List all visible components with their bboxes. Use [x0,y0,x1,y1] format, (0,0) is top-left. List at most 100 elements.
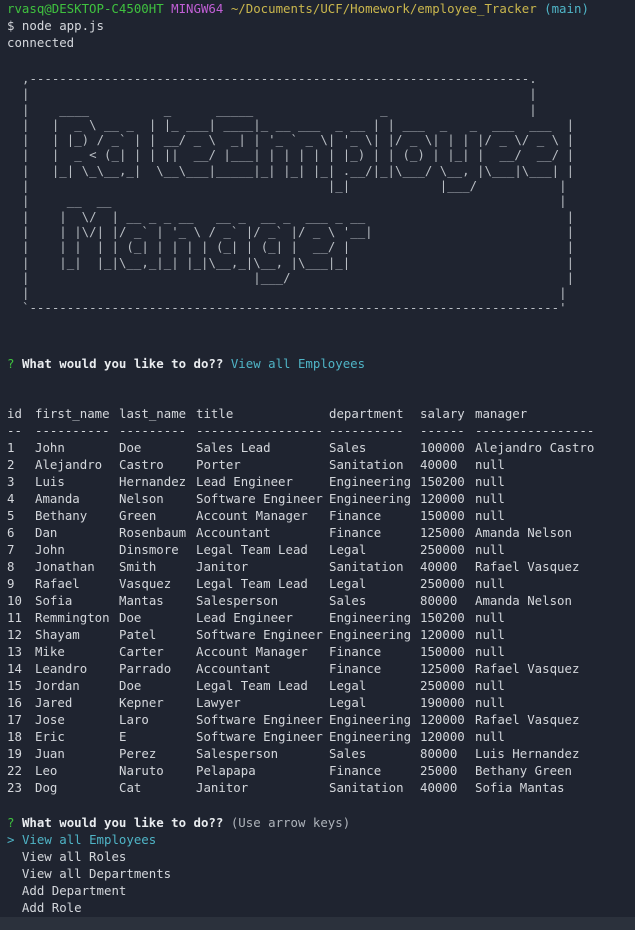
table-row: 19 Juan Perez Salesperson Sales 80000 Luis Her… [7,745,595,762]
header-salary: salary [420,406,465,421]
table-row: 6 Dan Rosenbaum Accountant Finance 125000 Aman… [7,524,595,541]
cell-title: Janitor [196,780,249,795]
question-2-text: What would you like to do?? [21,815,224,830]
question-2-hint: (Use arrow keys) [230,815,351,830]
cell-id: 14 [7,661,22,676]
cell-last-name: Kepner [119,695,164,710]
cell-manager: Bethany Green [475,763,572,778]
header-first-name: first_name [35,406,110,421]
cell-id: 7 [7,542,15,557]
cell-salary: 250000 [420,576,465,591]
cell-last-name: Rosenbaum [119,525,187,540]
menu-item-add-department[interactable]: Add Department [7,882,126,899]
cell-manager: Amanda Nelson [475,525,572,540]
menu-item-label: Add Department [21,883,127,898]
cell-manager: null [475,695,505,710]
menu-item-add-role[interactable]: Add Role [7,899,82,916]
cell-last-name: Doe [119,610,142,625]
divider-cell: ---------- [35,423,110,438]
cell-last-name: Vasquez [119,576,172,591]
cell-title: Janitor [196,559,249,574]
cell-last-name: Smith [119,559,157,574]
cell-department: Finance [329,525,382,540]
cell-manager: null [475,542,505,557]
cell-last-name: Green [119,508,157,523]
cell-id: 4 [7,491,15,506]
menu-item-view-all-roles[interactable]: View all Roles [7,848,126,865]
cell-department: Finance [329,661,382,676]
cell-first-name: Remmington [35,610,110,625]
table-row: 16 Jared Kepner Lawyer Legal 190000 null [7,694,595,711]
divider-cell: ----------------- [196,423,323,438]
cell-title: Software Engineer [196,627,323,642]
cell-department: Finance [329,644,382,659]
current-path: ~/Documents/UCF/Homework/employee_Tracke… [230,1,537,16]
cell-id: 13 [7,644,22,659]
menu-item-view-all-employees[interactable]: > View all Employees [7,831,156,848]
cell-first-name: Amanda [35,491,80,506]
cell-last-name: Nelson [119,491,164,506]
cell-id: 9 [7,576,15,591]
cell-manager: Amanda Nelson [475,593,572,608]
cell-last-name: Naruto [119,763,164,778]
cell-salary: 40000 [420,457,458,472]
cell-title: Software Engineer [196,491,323,506]
cell-salary: 250000 [420,678,465,693]
cell-id: 22 [7,763,22,778]
cell-manager: null [475,576,505,591]
cell-first-name: Sofia [35,593,73,608]
cell-manager: null [475,610,505,625]
selection-pointer-icon: > [7,832,15,847]
divider-cell: ------ [420,423,465,438]
cell-first-name: Leo [35,763,58,778]
cell-salary: 150200 [420,610,465,625]
table-row: 14 Leandro Parrado Accountant Finance 125000 R… [7,660,595,677]
table-row: 18 Eric E Software Engineer Engineering 12000… [7,728,595,745]
cell-last-name: Doe [119,440,142,455]
table-row: 11 Remmington Doe Lead Engineer Engineering 1… [7,609,595,626]
cell-title: Lead Engineer [196,474,293,489]
cell-title: Legal Team Lead [196,576,308,591]
table-row: 13 Mike Carter Account Manager Finance 150000… [7,643,595,660]
cell-last-name: E [119,729,127,744]
cell-salary: 100000 [420,440,465,455]
divider-cell: -- [7,423,22,438]
cell-title: Lead Engineer [196,610,293,625]
cell-salary: 120000 [420,729,465,744]
cell-department: Sanitation [329,457,404,472]
cell-id: 16 [7,695,22,710]
cell-first-name: Rafael [35,576,80,591]
cell-salary: 150000 [420,644,465,659]
cell-department: Legal [329,576,367,591]
cell-salary: 40000 [420,780,458,795]
user-host: rvasq@DESKTOP-C4500HT [7,1,164,16]
cell-manager: null [475,644,505,659]
cell-title: Account Manager [196,644,308,659]
cell-id: 11 [7,610,22,625]
cell-department: Sales [329,440,367,455]
cell-title: Accountant [196,525,271,540]
command-line: $ node app.js [7,18,104,33]
cell-department: Finance [329,508,382,523]
cell-first-name: John [35,440,65,455]
cell-id: 19 [7,746,22,761]
terminal-window[interactable]: rvasq@DESKTOP-C4500HT MINGW64 ~/Document… [0,0,635,917]
menu-item-view-all-departments[interactable]: View all Departments [7,865,171,882]
cell-salary: 190000 [420,695,465,710]
connected-output: connected [7,35,75,50]
cell-last-name: Cat [119,780,142,795]
cell-department: Sanitation [329,780,404,795]
table-row: 1 John Doe Sales Lead Sales 100000 Alejandro C… [7,439,595,456]
cell-id: 10 [7,593,22,608]
cell-title: Legal Team Lead [196,678,308,693]
cell-id: 8 [7,559,15,574]
question-mark-icon: ? [7,815,15,830]
divider-cell: ---------------- [475,423,595,438]
table-row: 15 Jordan Doe Legal Team Lead Legal 250000 nul… [7,677,595,694]
cell-manager: null [475,729,505,744]
cell-department: Finance [329,763,382,778]
menu-item-label: Add Role [21,900,82,915]
menu-item-label: View all Roles [21,849,127,864]
cell-title: Accountant [196,661,271,676]
cell-manager: Luis Hernandez [475,746,580,761]
